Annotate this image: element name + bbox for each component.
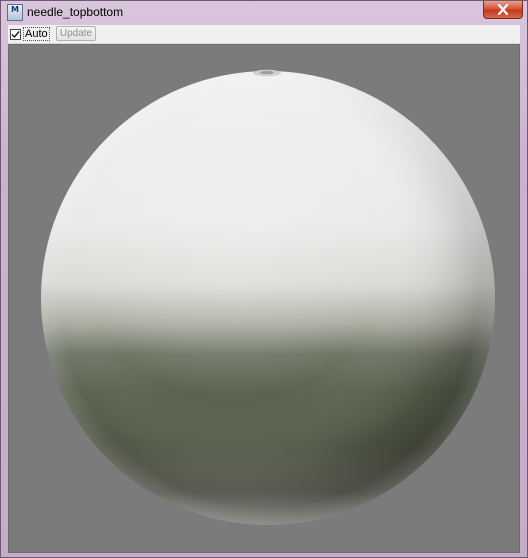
app-icon[interactable]: M [7,4,23,21]
auto-checkbox[interactable]: Auto [10,27,50,41]
update-button[interactable]: Update [56,26,96,41]
close-icon [497,4,509,15]
checkmark-icon [11,30,20,38]
close-button[interactable] [483,1,523,19]
app-window: M needle_topbottom Auto Update [0,0,528,558]
auto-checkbox-label[interactable]: Auto [23,27,50,41]
title-bar[interactable]: M needle_topbottom [1,1,527,25]
window-title: needle_topbottom [27,5,124,19]
toolbar: Auto Update [8,25,520,44]
checkbox-box[interactable] [10,28,21,40]
render-viewport[interactable] [8,44,520,553]
sphere-render [41,69,495,525]
